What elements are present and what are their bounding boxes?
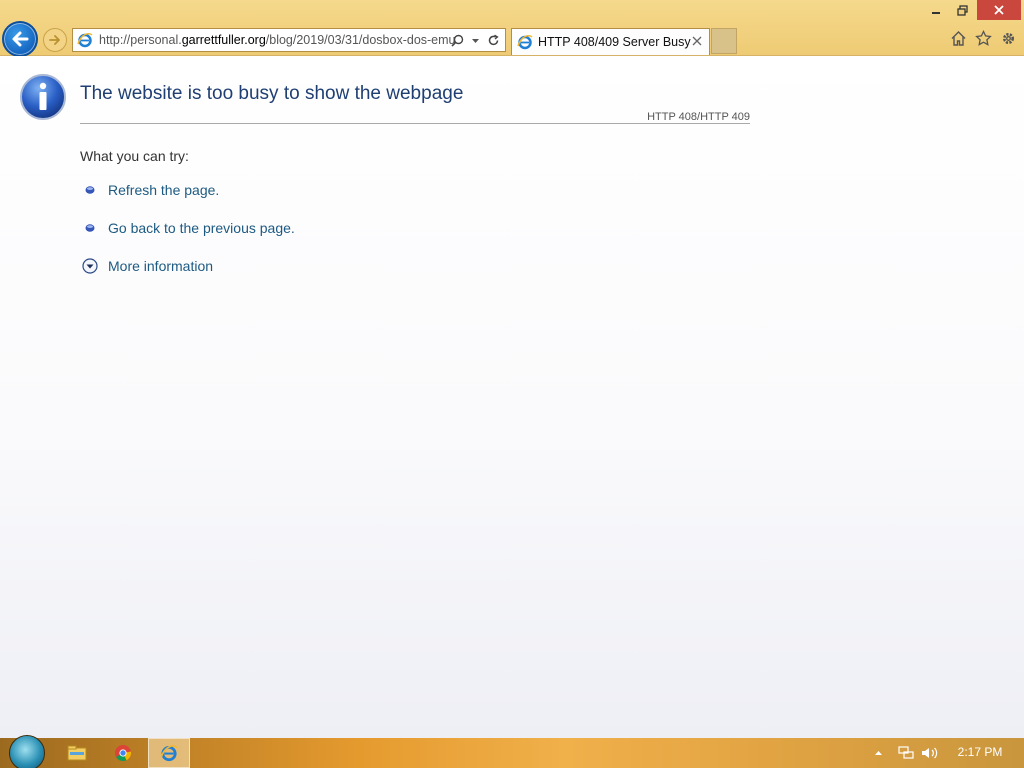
- minimize-icon: [932, 12, 940, 14]
- url-prefix: http://personal.: [99, 33, 182, 47]
- internet-explorer-icon: [160, 745, 178, 762]
- minimize-button[interactable]: [924, 0, 948, 20]
- expand-circle-icon[interactable]: [80, 256, 100, 276]
- error-code: HTTP 408/HTTP 409: [647, 111, 750, 123]
- forward-button[interactable]: [43, 28, 67, 52]
- page-title: The website is too busy to show the webp…: [80, 83, 464, 104]
- home-icon[interactable]: [949, 29, 968, 48]
- go-back-option[interactable]: Go back to the previous page.: [80, 218, 295, 238]
- taskbar-file-explorer[interactable]: [56, 738, 98, 768]
- close-window-button[interactable]: [977, 0, 1021, 20]
- taskbar-internet-explorer[interactable]: [148, 738, 190, 768]
- address-bar[interactable]: http://personal.garrettfuller.org/blog/2…: [72, 28, 506, 52]
- refresh-option[interactable]: Refresh the page.: [80, 180, 219, 200]
- back-arrow-icon: [12, 31, 29, 47]
- network-icon[interactable]: [898, 738, 914, 768]
- back-button[interactable]: [2, 21, 38, 57]
- forward-arrow-icon: [49, 35, 60, 45]
- search-icon[interactable]: [450, 33, 465, 48]
- bullet-icon: [80, 218, 100, 238]
- url-domain: garrettfuller.org: [181, 33, 266, 47]
- taskbar-chrome[interactable]: [102, 738, 144, 768]
- clock[interactable]: 2:17 PM: [948, 745, 1012, 759]
- refresh-link[interactable]: Refresh the page.: [108, 182, 219, 198]
- taskbar: 2:17 PM: [0, 735, 1024, 768]
- dropdown-arrow-icon[interactable]: [468, 33, 483, 48]
- volume-icon[interactable]: [921, 738, 939, 768]
- refresh-icon[interactable]: [486, 33, 501, 48]
- browser-toolbar: http://personal.garrettfuller.org/blog/2…: [0, 0, 1024, 57]
- more-information-link[interactable]: More information: [108, 258, 213, 274]
- info-icon: [20, 74, 66, 120]
- url-path: /blog/2019/03/31/dosbox-dos-emu: [265, 33, 455, 47]
- tray-expand-icon[interactable]: [874, 738, 883, 768]
- what-you-can-try-label: What you can try:: [80, 148, 189, 164]
- error-page: The website is too busy to show the webp…: [0, 56, 1024, 738]
- restore-button[interactable]: [950, 0, 974, 20]
- gear-icon[interactable]: [999, 29, 1018, 48]
- start-button[interactable]: [9, 735, 45, 768]
- go-back-link[interactable]: Go back to the previous page.: [108, 220, 295, 236]
- new-tab-button[interactable]: [711, 28, 737, 54]
- tab-close-icon[interactable]: [690, 34, 704, 48]
- tab-title: HTTP 408/409 Server Busy: [538, 35, 691, 49]
- title-divider: [80, 123, 750, 124]
- more-information-option[interactable]: More information: [80, 256, 213, 276]
- restore-icon: [956, 4, 968, 16]
- chrome-icon: [115, 745, 132, 761]
- close-icon: [994, 5, 1004, 15]
- ie-logo-icon: [77, 32, 93, 48]
- tab-active[interactable]: HTTP 408/409 Server Busy: [511, 28, 710, 55]
- ie-logo-icon: [517, 34, 533, 50]
- bullet-icon: [80, 180, 100, 200]
- address-url[interactable]: http://personal.garrettfuller.org/blog/2…: [99, 33, 455, 47]
- file-explorer-icon: [67, 745, 87, 761]
- star-icon[interactable]: [974, 29, 993, 48]
